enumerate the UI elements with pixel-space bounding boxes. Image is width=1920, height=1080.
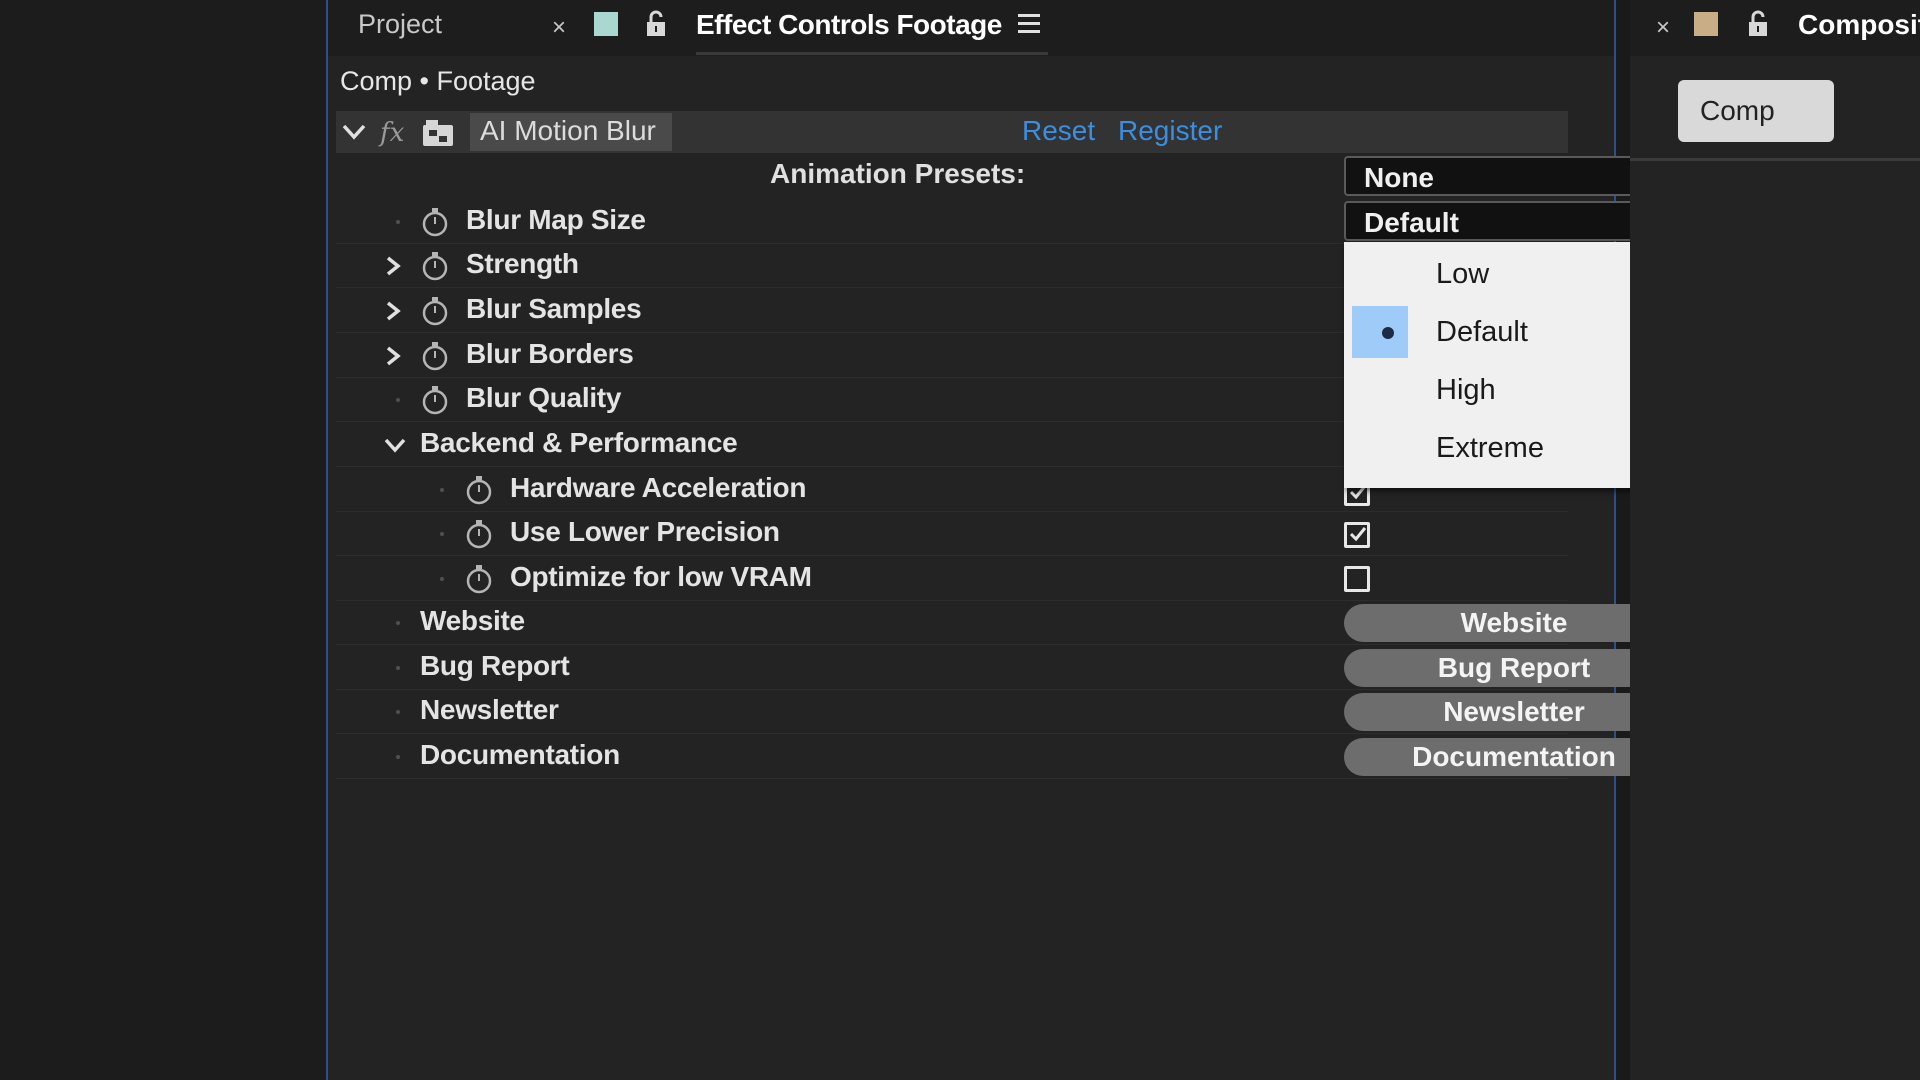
comp-button[interactable]: Comp xyxy=(1678,80,1834,142)
param-label: Bug Report xyxy=(420,650,570,681)
breadcrumb: Comp • Footage xyxy=(340,66,536,96)
blur-map-size-value: Default xyxy=(1364,207,1459,238)
param-label: Hardware Acceleration xyxy=(510,472,807,503)
stopwatch-icon[interactable] xyxy=(464,475,494,505)
tab-effect-controls[interactable]: Effect Controls Footage xyxy=(696,9,1002,41)
composition-tab-bar: × Composit xyxy=(1630,0,1920,56)
row-dot xyxy=(396,710,400,714)
stopwatch-icon[interactable] xyxy=(464,564,494,594)
menu-selection-highlight xyxy=(1352,306,1408,358)
row-dot xyxy=(440,532,444,536)
chevron-right-icon[interactable] xyxy=(384,256,402,276)
lock-icon[interactable] xyxy=(1748,10,1768,38)
row-dot xyxy=(396,220,400,224)
param-label: Website xyxy=(420,605,525,636)
stopwatch-icon[interactable] xyxy=(420,251,450,281)
checkmark-icon xyxy=(1349,527,1367,542)
animation-presets-label: Animation Presets: xyxy=(770,158,1026,189)
row-dot xyxy=(396,755,400,759)
row-dot xyxy=(396,666,400,670)
param-label: Blur Samples xyxy=(466,293,642,324)
menu-item-label: Low xyxy=(1436,258,1490,290)
param-label: Optimize for low VRAM xyxy=(510,561,812,592)
lower-precision-checkbox[interactable] xyxy=(1344,522,1370,548)
stopwatch-icon[interactable] xyxy=(420,385,450,415)
hamburger-icon[interactable] xyxy=(1018,14,1040,33)
label-color-swatch xyxy=(1694,12,1718,36)
param-label: Blur Quality xyxy=(466,382,622,413)
label-color-swatch xyxy=(594,12,618,36)
stopwatch-icon[interactable] xyxy=(420,207,450,237)
low-vram-checkbox[interactable] xyxy=(1344,566,1370,592)
effect-preset-icon[interactable] xyxy=(422,119,454,147)
radio-bullet-icon xyxy=(1382,327,1394,339)
menu-item-label: Extreme xyxy=(1436,432,1544,464)
panel-tab-bar: Project × Effect Controls Footage xyxy=(328,0,1614,56)
animation-presets-value: None xyxy=(1364,162,1434,193)
effect-controls-panel: Project × Effect Controls Footage Comp •… xyxy=(326,0,1874,1080)
row-dot xyxy=(396,621,400,625)
param-row-lower-precision: Use Lower Precision xyxy=(336,512,1568,556)
stopwatch-icon[interactable] xyxy=(420,341,450,371)
effect-header-row: fx AI Motion Blur Reset Register xyxy=(336,111,1568,153)
row-dot xyxy=(440,577,444,581)
composition-panel: × Composit Comp xyxy=(1630,0,1920,1080)
param-label: Blur Borders xyxy=(466,338,634,369)
menu-item-label: Default xyxy=(1436,316,1528,348)
chevron-right-icon[interactable] xyxy=(384,301,402,321)
close-icon[interactable]: × xyxy=(552,14,566,42)
param-label: Newsletter xyxy=(420,694,559,725)
divider xyxy=(1630,158,1920,161)
effect-name[interactable]: AI Motion Blur xyxy=(480,115,656,147)
chevron-right-icon[interactable] xyxy=(384,346,402,366)
param-row-low-vram: Optimize for low VRAM xyxy=(336,557,1568,601)
row-dot xyxy=(396,398,400,402)
param-label: Strength xyxy=(466,248,579,279)
group-label: Backend & Performance xyxy=(420,427,738,458)
register-link[interactable]: Register xyxy=(1118,115,1222,147)
lock-icon[interactable] xyxy=(646,10,666,38)
stopwatch-icon[interactable] xyxy=(464,519,494,549)
param-label: Blur Map Size xyxy=(466,204,646,235)
active-tab-underline xyxy=(696,52,1048,55)
chevron-down-icon[interactable] xyxy=(384,437,406,453)
row-dot xyxy=(440,488,444,492)
fx-icon[interactable]: fx xyxy=(378,117,410,147)
param-label: Use Lower Precision xyxy=(510,516,780,547)
tab-project[interactable]: Project xyxy=(358,9,442,40)
chevron-down-icon[interactable] xyxy=(342,123,366,141)
left-empty-area xyxy=(0,0,326,1080)
tab-composition[interactable]: Composit xyxy=(1798,9,1920,41)
menu-item-label: High xyxy=(1436,374,1496,406)
svg-text:fx: fx xyxy=(378,118,405,147)
stopwatch-icon[interactable] xyxy=(420,296,450,326)
reset-link[interactable]: Reset xyxy=(1022,115,1095,147)
close-icon[interactable]: × xyxy=(1656,14,1670,42)
param-label: Documentation xyxy=(420,739,620,770)
